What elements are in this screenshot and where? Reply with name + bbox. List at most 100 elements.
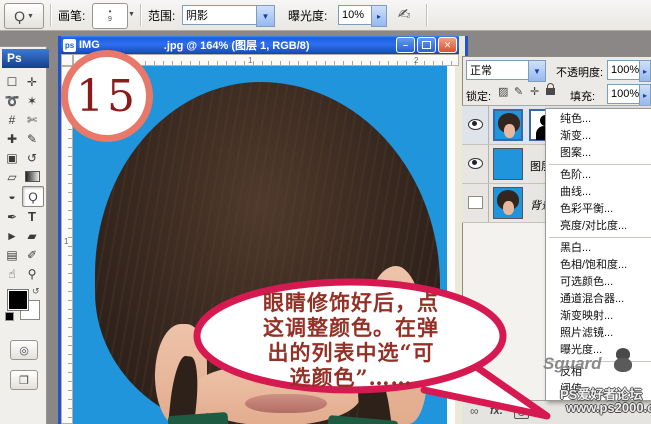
menu-item-levels[interactable]: 色阶... — [546, 167, 651, 184]
brush-size-value: 9 — [108, 16, 112, 24]
photo-lips — [245, 394, 327, 413]
lock-label: 锁定: — [466, 88, 491, 104]
fill-label: 填充: — [570, 88, 595, 104]
range-select-arrow[interactable]: ▼ — [256, 5, 275, 27]
document-icon: ps — [63, 39, 76, 52]
toolbox-ps-logo[interactable]: Ps — [2, 49, 49, 68]
zoom-tool-icon[interactable]: ⚲ — [22, 264, 42, 283]
clone-stamp-tool-icon[interactable]: ▣ — [2, 148, 22, 167]
magic-wand-tool-icon[interactable]: ✶ — [22, 91, 42, 110]
crop-tool-icon[interactable]: # — [2, 110, 22, 129]
visibility-checkbox-empty[interactable] — [468, 196, 483, 209]
foreground-color-swatch[interactable] — [8, 290, 28, 310]
hand-tool-icon[interactable]: ☝ — [2, 264, 22, 283]
notes-tool-icon[interactable]: ▤ — [2, 245, 22, 264]
range-label: 范围: — [148, 9, 175, 23]
divider — [50, 4, 52, 26]
rectangular-marquee-tool-icon[interactable]: ☐ — [2, 72, 22, 91]
watermark-url: www.ps2000.cn — [566, 400, 651, 415]
callout-line: 这调整颜色。在弹 — [212, 315, 490, 340]
blend-mode-select[interactable]: 正常 — [466, 60, 536, 80]
blur-tool-icon[interactable]: ◒ — [2, 186, 22, 205]
menu-item-solid-color[interactable]: 纯色... — [546, 111, 651, 128]
callout-line: 眼睛修饰好后，点 — [212, 290, 490, 315]
divider — [426, 4, 428, 26]
new-adjustment-layer-icon[interactable]: ◐ — [536, 403, 544, 418]
ruler-tick-label: 1 — [64, 237, 68, 246]
fill-value: 100% — [611, 88, 639, 100]
watermark-brand: Sguard — [543, 354, 602, 374]
screen-mode-icon: ❐ — [19, 374, 29, 387]
brush-preset-picker[interactable]: • 9 — [92, 3, 128, 29]
brush-label: 画笔: — [58, 9, 85, 23]
lock-position-icon[interactable]: ✛ — [530, 85, 539, 98]
pen-tool-icon[interactable]: ✒ — [2, 207, 22, 226]
airbrush-icon[interactable]: ✍ — [397, 4, 413, 24]
lock-transparency-icon[interactable]: ▨ — [498, 85, 508, 98]
ruler-tick-label: 2 — [414, 56, 418, 65]
add-mask-icon[interactable] — [514, 406, 529, 419]
visibility-eye-icon[interactable] — [468, 119, 483, 130]
step-number: 15 — [76, 71, 138, 122]
eraser-tool-icon[interactable]: ▱ — [2, 167, 22, 186]
opacity-arrow[interactable]: ▸ — [639, 60, 651, 82]
menu-item-gradient-map[interactable]: 渐变映射... — [546, 308, 651, 325]
menu-item-curves[interactable]: 曲线... — [546, 184, 651, 201]
menu-item-selective-color[interactable]: 可选颜色... — [546, 274, 651, 291]
menu-item-pattern[interactable]: 图案... — [546, 145, 651, 162]
options-bar: Ϙ ▼ 画笔: • 9 ▼ 范围: 阴影 ▼ 曝光度: 10% ▸ ✍ — [0, 0, 651, 31]
exposure-arrow[interactable]: ▸ — [371, 5, 387, 27]
shape-tool-icon[interactable]: ▰ — [22, 226, 42, 245]
menu-item-black-white[interactable]: 黑白... — [546, 240, 651, 257]
brush-tool-icon[interactable]: ✎ — [22, 129, 42, 148]
brush-picker-arrow-icon[interactable]: ▼ — [128, 11, 135, 18]
current-tool-button[interactable]: Ϙ ▼ — [4, 3, 44, 29]
document-title-suffix: .jpg @ 164% (图层 1, RGB/8) — [164, 37, 310, 53]
background-thumbnail[interactable] — [493, 187, 523, 219]
opacity-label: 不透明度: — [556, 64, 603, 80]
divider — [140, 4, 142, 26]
lasso-tool-icon[interactable]: ➰ — [2, 91, 22, 110]
menu-item-hue-saturation[interactable]: 色相/饱和度... — [546, 257, 651, 274]
blend-mode-arrow[interactable]: ▼ — [528, 60, 546, 82]
menu-separator — [549, 237, 651, 238]
exposure-label: 曝光度: — [288, 9, 327, 23]
dodge-tool-icon-selected[interactable]: Ϙ — [22, 186, 44, 207]
menu-item-channel-mixer[interactable]: 通道混合器... — [546, 291, 651, 308]
watermark-mascot-icon — [616, 348, 632, 372]
menu-item-photo-filter[interactable]: 照片滤镜... — [546, 325, 651, 342]
dodge-tool-icon: Ϙ — [14, 8, 25, 24]
maximize-button[interactable] — [417, 37, 436, 53]
layer1-thumbnail[interactable] — [493, 109, 523, 141]
menu-item-brightness-contrast[interactable]: 亮度/对比度... — [546, 218, 651, 235]
quick-mask-button[interactable]: ◎ — [10, 340, 38, 360]
move-tool-icon[interactable]: ✛ — [22, 72, 42, 91]
screen-mode-button[interactable]: ❐ — [10, 370, 38, 390]
ruler-tick-label: 1 — [248, 56, 252, 65]
minimize-button[interactable]: – — [396, 37, 415, 53]
healing-brush-tool-icon[interactable]: ✚ — [2, 129, 22, 148]
gradient-tool-icon[interactable] — [22, 167, 42, 186]
range-select[interactable]: 阴影 — [182, 5, 264, 25]
slice-tool-icon[interactable]: ✄ — [22, 110, 42, 129]
lock-image-icon[interactable]: ✎ — [514, 85, 523, 98]
eyedropper-tool-icon[interactable]: ✐ — [22, 245, 42, 264]
opacity-value: 100% — [611, 64, 639, 76]
layer-style-fx-icon[interactable]: fx. — [490, 405, 503, 417]
menu-item-color-balance[interactable]: 色彩平衡... — [546, 201, 651, 218]
close-button[interactable]: ✕ — [438, 37, 457, 53]
path-selection-tool-icon[interactable]: ► — [2, 226, 22, 245]
photoshop-window: Ϙ ▼ 画笔: • 9 ▼ 范围: 阴影 ▼ 曝光度: 10% ▸ ✍ Ps ☐… — [0, 0, 651, 424]
history-brush-tool-icon[interactable]: ↺ — [22, 148, 42, 167]
fill-arrow[interactable]: ▸ — [639, 84, 651, 106]
visibility-eye-icon[interactable] — [468, 158, 483, 169]
swap-colors-icon[interactable]: ↺ — [32, 286, 40, 297]
callout-text: 眼睛修饰好后，点 这调整颜色。在弹 出的列表中选“可 选颜色”…… — [212, 290, 490, 390]
layer2-thumbnail[interactable] — [493, 148, 523, 180]
type-tool-icon[interactable]: T — [22, 207, 42, 226]
menu-item-gradient[interactable]: 渐变... — [546, 128, 651, 145]
callout-line: 选颜色”…… — [212, 365, 490, 390]
default-colors-icon[interactable] — [5, 312, 14, 321]
lock-all-icon[interactable] — [546, 83, 555, 95]
link-layers-icon[interactable]: ∞ — [470, 404, 479, 418]
